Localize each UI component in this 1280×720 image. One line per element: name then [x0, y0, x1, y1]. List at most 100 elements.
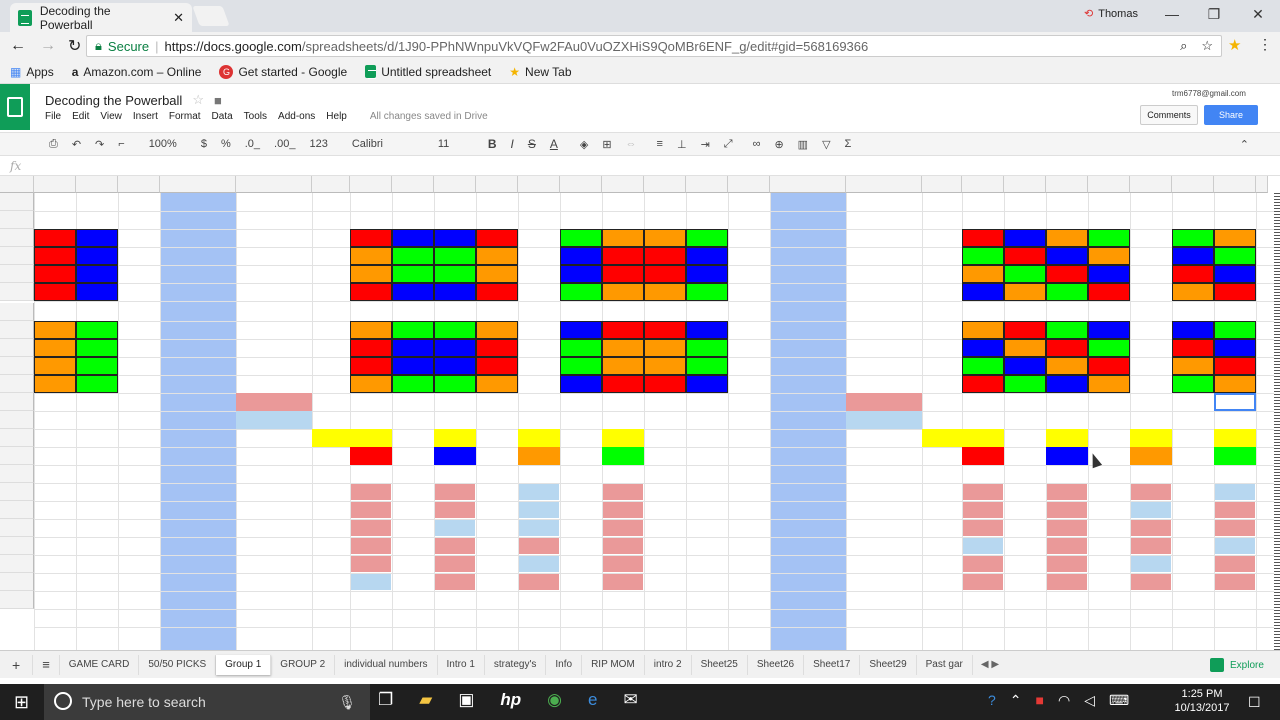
number-cell[interactable]: [76, 357, 118, 375]
streak-value-cell[interactable]: [1131, 520, 1171, 536]
number-cell[interactable]: [434, 229, 476, 247]
number-cell[interactable]: [1046, 265, 1088, 283]
currency-button[interactable]: $: [194, 138, 214, 150]
number-cell[interactable]: [1172, 247, 1214, 265]
number-cell[interactable]: [602, 247, 644, 265]
number-cell[interactable]: [686, 339, 728, 357]
print-icon[interactable]: ⎙: [42, 138, 65, 151]
number-cell[interactable]: [350, 265, 392, 283]
figure-8-label[interactable]: [962, 193, 1082, 211]
value-cell[interactable]: [1172, 555, 1214, 573]
row-header[interactable]: [0, 429, 34, 447]
misses-value[interactable]: [962, 429, 1004, 447]
valign-icon[interactable]: ⊥: [670, 138, 694, 151]
comments-button[interactable]: Comments: [1140, 105, 1198, 125]
number-cell[interactable]: [1214, 357, 1256, 375]
sheet-tab[interactable]: strategy's: [485, 654, 547, 675]
star-doc-icon[interactable]: ☆: [192, 92, 204, 108]
number-cell[interactable]: [34, 321, 76, 339]
reload-icon[interactable]: ↻: [68, 36, 81, 56]
number-cell[interactable]: [1004, 229, 1046, 247]
number-cell[interactable]: [1046, 357, 1088, 375]
number-cell[interactable]: [1004, 357, 1046, 375]
menu-help[interactable]: Help: [326, 111, 347, 122]
streak-value-cell[interactable]: [351, 484, 391, 500]
misses-value[interactable]: [518, 429, 560, 447]
misses-label[interactable]: [312, 429, 350, 447]
streak-value-cell[interactable]: [435, 556, 475, 572]
row-label-truncated[interactable]: [1256, 519, 1270, 537]
number-cell[interactable]: [476, 283, 518, 301]
number-cell[interactable]: [686, 247, 728, 265]
number-cell[interactable]: [1088, 247, 1130, 265]
row-header[interactable]: [0, 265, 34, 283]
streak-value-cell[interactable]: [1047, 538, 1087, 554]
row-header[interactable]: [0, 211, 34, 229]
number-cell[interactable]: [1172, 229, 1214, 247]
clock[interactable]: 1:25 PM 10/13/2017: [1172, 687, 1232, 715]
column-header[interactable]: [34, 176, 76, 193]
sheet-tab[interactable]: Sheet17: [804, 654, 861, 675]
row-label[interactable]: [644, 537, 686, 555]
value-cell[interactable]: [392, 537, 434, 555]
number-cell[interactable]: [1214, 339, 1256, 357]
number-cell[interactable]: [602, 283, 644, 301]
streak-value-cell[interactable]: [1215, 538, 1255, 554]
misses-value[interactable]: [434, 429, 476, 447]
paint-format-icon[interactable]: ⌐: [111, 138, 131, 150]
number-cell[interactable]: [392, 357, 434, 375]
row-header[interactable]: [0, 501, 34, 519]
number-cell[interactable]: [434, 375, 476, 393]
zoom-icon[interactable]: ⌕: [1180, 38, 1187, 54]
number-cell[interactable]: [1172, 375, 1214, 393]
sheet-tab[interactable]: individual numbers: [335, 654, 438, 675]
streaks-label[interactable]: [312, 447, 350, 465]
number-cell[interactable]: [76, 229, 118, 247]
row-header[interactable]: [0, 411, 34, 429]
number-cell[interactable]: [560, 265, 602, 283]
streak-value-cell[interactable]: [351, 520, 391, 536]
column-header[interactable]: [728, 176, 770, 193]
profile-badge[interactable]: ⟲ Thomas: [1084, 7, 1138, 21]
functions-icon[interactable]: Σ: [838, 138, 859, 150]
number-cell[interactable]: [686, 321, 728, 339]
number-cell[interactable]: [602, 265, 644, 283]
column-header[interactable]: [392, 176, 434, 193]
row-header[interactable]: [0, 591, 34, 609]
number-cell[interactable]: [686, 283, 728, 301]
number-cell[interactable]: [1004, 321, 1046, 339]
miss-label[interactable]: [236, 411, 312, 429]
number-cell[interactable]: [602, 229, 644, 247]
number-cell[interactable]: [560, 339, 602, 357]
number-cell[interactable]: [560, 321, 602, 339]
streak-value-cell[interactable]: [963, 538, 1003, 554]
streak-value-cell[interactable]: [1215, 502, 1255, 518]
number-cell[interactable]: [476, 339, 518, 357]
number-cell[interactable]: [392, 321, 434, 339]
number-cell[interactable]: [76, 247, 118, 265]
streak-value-cell[interactable]: [435, 520, 475, 536]
streak-color-cell[interactable]: [962, 447, 1004, 465]
collapse-icon[interactable]: ⌃: [1233, 138, 1256, 151]
forward-icon[interactable]: →: [40, 37, 56, 55]
spreadsheet-grid[interactable]: [0, 176, 1280, 650]
row-header[interactable]: [0, 555, 34, 573]
streak-value-cell[interactable]: [963, 556, 1003, 572]
column-header[interactable]: [1256, 176, 1268, 193]
file-explorer-icon[interactable]: ▰: [419, 690, 432, 710]
number-cell[interactable]: [76, 375, 118, 393]
row-header[interactable]: [0, 229, 34, 247]
account-email[interactable]: trm6778@gmail.com: [1172, 89, 1246, 98]
number-cell[interactable]: [476, 375, 518, 393]
add-sheet-icon[interactable]: +: [0, 654, 34, 675]
number-cell[interactable]: [392, 339, 434, 357]
streak-value-cell[interactable]: [519, 520, 559, 536]
number-cell[interactable]: [476, 321, 518, 339]
streaks-label[interactable]: [392, 447, 434, 465]
chart-icon[interactable]: ▥: [791, 138, 815, 151]
number-cell[interactable]: [644, 339, 686, 357]
column-header[interactable]: [118, 176, 160, 193]
streak-value-cell[interactable]: [603, 574, 643, 590]
wifi-icon[interactable]: ◠: [1058, 692, 1070, 709]
number-cell[interactable]: [350, 229, 392, 247]
